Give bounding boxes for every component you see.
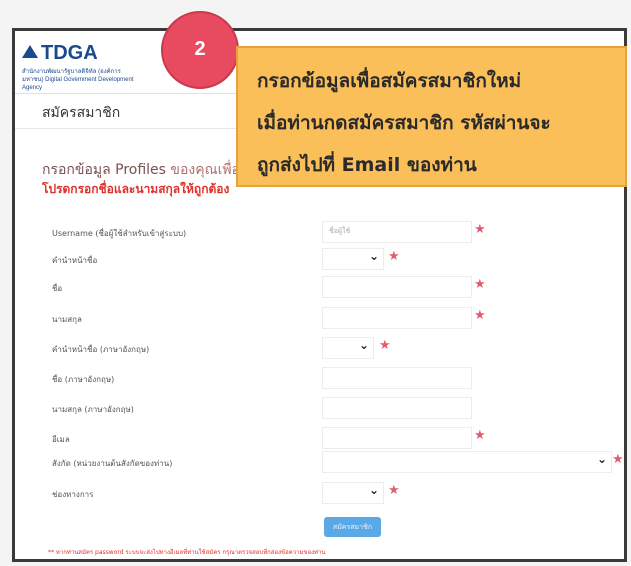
step-number-badge: 2 (161, 11, 239, 89)
field-label: คำนำหน้าชื่อ (ภาษาอังกฤษ) (52, 345, 150, 354)
select-field[interactable]: ⌄ (322, 451, 612, 473)
required-star-icon: ★ (474, 277, 486, 292)
required-star-icon: ★ (612, 452, 624, 467)
chevron-down-icon: ⌄ (597, 452, 608, 466)
text-field[interactable] (322, 397, 472, 419)
section-heading: กรอกข้อมูล Profiles ของคุณเพื่อ (42, 159, 240, 181)
text-field[interactable] (322, 427, 472, 449)
callout-line-1: กรอกข้อมูลเพื่อสมัครสมาชิกใหม่ (257, 70, 522, 92)
select-field[interactable]: ⌄ (322, 482, 384, 504)
chevron-down-icon: ⌄ (369, 249, 380, 263)
field-label: อีเมล (52, 435, 70, 444)
required-star-icon: ★ (388, 483, 400, 498)
required-star-icon: ★ (388, 249, 400, 264)
field-label: Username (ชื่อผู้ใช้สำหรับเข้าสู่ระบบ) (52, 229, 187, 238)
section-heading-rest: ของคุณเพื่อ (170, 162, 240, 178)
footer-note: ** หากท่านสมัคร password ระบบจะส่งไปทางอ… (48, 549, 326, 556)
page-title: สมัครสมาชิก (42, 105, 121, 121)
chevron-down-icon: ⌄ (369, 483, 380, 497)
text-field[interactable] (322, 276, 472, 298)
section-heading-main: กรอกข้อมูล Profiles (42, 162, 166, 178)
field-label: ช่องทางการ (52, 490, 94, 499)
required-star-icon: ★ (474, 308, 486, 323)
register-submit-button[interactable]: สมัครสมาชิก (324, 517, 381, 537)
callout-line-3: ถูกส่งไปที่ Email ของท่าน (257, 154, 477, 176)
required-star-icon: ★ (379, 338, 391, 353)
select-field[interactable]: ⌄ (322, 337, 374, 359)
required-star-icon: ★ (474, 222, 486, 237)
logo-subtitle: สำนักงานพัฒนารัฐบาลดิจิทัล (องค์การมหาชน… (22, 69, 134, 91)
logo-text: TDGA (41, 42, 98, 64)
field-label: ชื่อ (ภาษาอังกฤษ) (52, 375, 115, 384)
field-label: ชื่อ (52, 284, 63, 293)
chevron-down-icon: ⌄ (359, 338, 370, 352)
field-placeholder: ชื่อผู้ใช้ (329, 227, 351, 235)
field-label: นามสกุล (ภาษาอังกฤษ) (52, 405, 134, 414)
logo-triangle-icon (22, 45, 38, 58)
required-star-icon: ★ (474, 428, 486, 443)
text-field[interactable]: ชื่อผู้ใช้ (322, 221, 472, 243)
select-field[interactable]: ⌄ (322, 248, 384, 270)
tdga-logo: TDGA สำนักงานพัฒนารัฐบาลดิจิทัล (องค์การ… (22, 42, 152, 92)
field-label: สังกัด (หน่วยงานต้นสังกัดของท่าน) (52, 459, 173, 468)
text-field[interactable] (322, 307, 472, 329)
field-label: นามสกุล (52, 315, 82, 324)
text-field[interactable] (322, 367, 472, 389)
instruction-callout: กรอกข้อมูลเพื่อสมัครสมาชิกใหม่ เมื่อท่าน… (236, 46, 627, 187)
callout-line-2: เมื่อท่านกดสมัครสมาชิก รหัสผ่านจะ (257, 112, 551, 134)
field-label: คำนำหน้าชื่อ (52, 256, 98, 265)
